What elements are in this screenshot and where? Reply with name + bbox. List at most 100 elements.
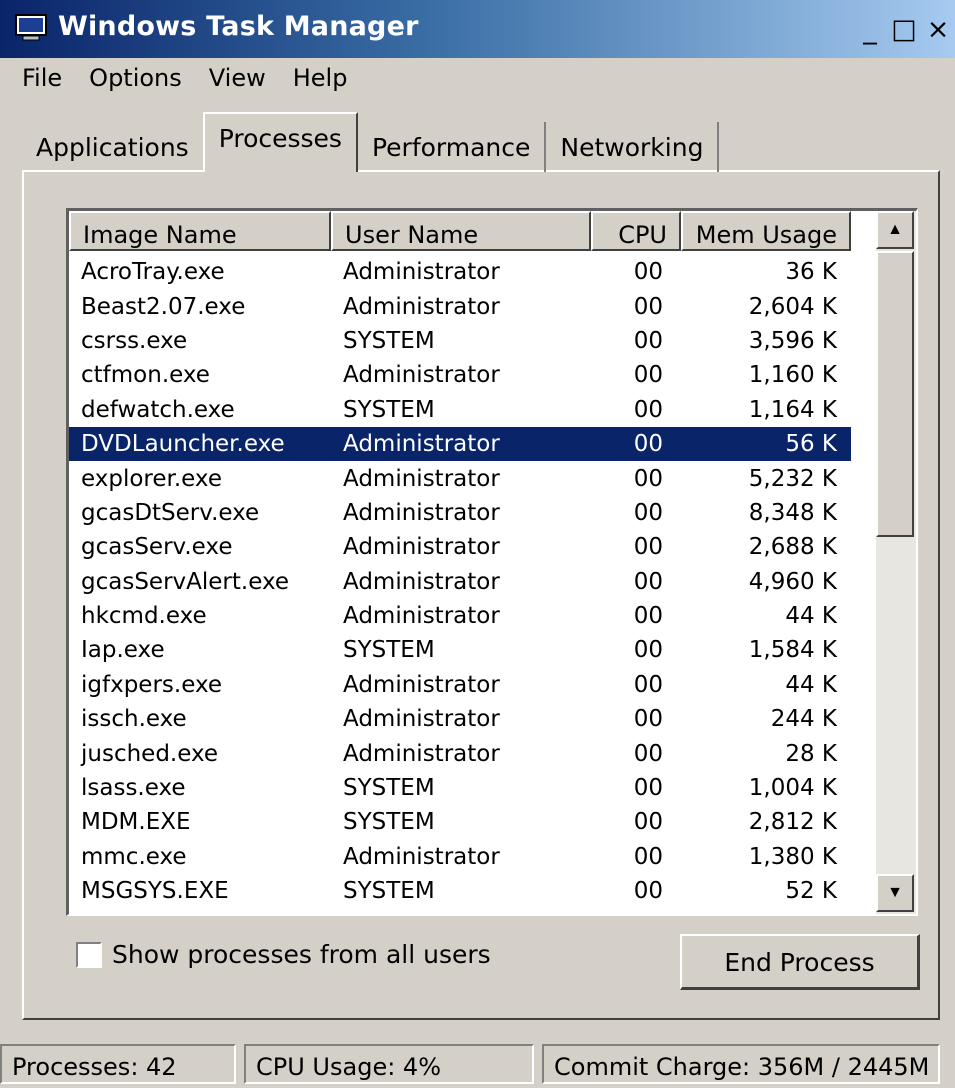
tab-applications[interactable]: Applications xyxy=(22,122,203,172)
process-row[interactable]: MDM.EXE SYSTEM 00 2,812 K xyxy=(69,805,877,839)
image-name-cell: MSGSYS.EXE xyxy=(81,878,229,905)
end-process-button[interactable]: End Process xyxy=(680,934,920,990)
image-name-cell: mmc.exe xyxy=(81,843,187,870)
scroll-up-button[interactable]: ▲ xyxy=(876,211,914,249)
mem-usage-cell: 3,596 K xyxy=(748,327,837,354)
user-name-cell: SYSTEM xyxy=(343,396,435,423)
scroll-thumb[interactable] xyxy=(876,251,914,537)
menu-help[interactable]: Help xyxy=(279,64,361,92)
cpu-cell: 00 xyxy=(633,568,663,595)
image-name-cell: explorer.exe xyxy=(81,465,222,492)
mem-usage-cell: 5,232 K xyxy=(748,465,837,492)
user-name-cell: SYSTEM xyxy=(343,327,435,354)
process-row[interactable]: Iap.exe SYSTEM 00 1,584 K xyxy=(69,633,877,667)
process-row[interactable]: jusched.exe Administrator 00 28 K xyxy=(69,736,877,770)
mem-usage-cell: 36 K xyxy=(785,259,837,286)
tab-performance[interactable]: Performance xyxy=(358,122,547,172)
cpu-cell: 00 xyxy=(633,396,663,423)
image-name-cell: csrss.exe xyxy=(81,327,188,354)
image-name-cell: ctfmon.exe xyxy=(81,362,210,389)
minimize-button[interactable]: _ xyxy=(853,14,887,48)
image-name-cell: AcroTray.exe xyxy=(81,259,225,286)
cpu-cell: 00 xyxy=(633,499,663,526)
mem-usage-cell: 2,688 K xyxy=(748,534,837,561)
process-row[interactable]: AcroTray.exe Administrator 00 36 K xyxy=(69,255,877,289)
menu-file[interactable]: File xyxy=(0,64,75,92)
mem-usage-cell: 1,584 K xyxy=(748,637,837,664)
mem-usage-cell: 1,004 K xyxy=(748,775,837,802)
mem-usage-cell: 56 K xyxy=(785,431,837,458)
tab-processes[interactable]: Processes xyxy=(202,112,358,172)
process-row[interactable]: defwatch.exe SYSTEM 00 1,164 K xyxy=(69,393,877,427)
process-row[interactable]: explorer.exe Administrator 00 5,232 K xyxy=(69,461,877,495)
menu-options[interactable]: Options xyxy=(75,64,195,92)
title-bar[interactable]: Windows Task Manager _ □ × xyxy=(0,0,955,58)
mem-usage-cell: 1,160 K xyxy=(748,362,837,389)
process-row[interactable]: MSGSYS.EXE SYSTEM 00 52 K xyxy=(69,874,877,908)
user-name-cell: Administrator xyxy=(343,431,500,458)
task-manager-icon xyxy=(15,14,47,41)
user-name-cell: Administrator xyxy=(343,671,500,698)
tab-networking[interactable]: Networking xyxy=(546,122,720,172)
image-name-cell: DVDLauncher.exe xyxy=(81,431,285,458)
user-name-cell: Administrator xyxy=(343,293,500,320)
user-name-cell: SYSTEM xyxy=(343,637,435,664)
show-all-users-label[interactable]: Show processes from all users xyxy=(112,940,491,969)
cpu-cell: 00 xyxy=(633,603,663,630)
mem-usage-cell: 1,380 K xyxy=(748,843,837,870)
image-name-cell: MDM.EXE xyxy=(81,809,191,836)
user-name-cell: SYSTEM xyxy=(343,809,435,836)
cpu-cell: 00 xyxy=(633,637,663,664)
cpu-cell: 00 xyxy=(633,293,663,320)
image-name-cell: defwatch.exe xyxy=(81,396,235,423)
image-name-cell: lsass.exe xyxy=(81,775,186,802)
status-processes: Processes: 42 xyxy=(0,1044,236,1084)
image-name-cell: jusched.exe xyxy=(81,740,219,767)
process-list[interactable]: Image Name User Name CPU Mem Usage AcroT… xyxy=(66,208,918,916)
column-image-name[interactable]: Image Name xyxy=(69,211,331,251)
user-name-cell: Administrator xyxy=(343,499,500,526)
column-cpu[interactable]: CPU xyxy=(591,211,681,251)
vertical-scrollbar[interactable]: ▲ ▼ xyxy=(876,211,916,914)
process-row[interactable]: gcasServAlert.exe Administrator 00 4,960 K xyxy=(69,565,877,599)
image-name-cell: gcasDtServ.exe xyxy=(81,499,260,526)
maximize-button[interactable]: □ xyxy=(887,14,921,48)
show-all-users-checkbox[interactable] xyxy=(76,942,102,968)
process-row[interactable]: DVDLauncher.exe Administrator 00 56 K xyxy=(69,426,877,462)
mem-usage-cell: 244 K xyxy=(770,706,837,733)
status-cpu-usage: CPU Usage: 4% xyxy=(244,1044,534,1084)
cpu-cell: 00 xyxy=(633,327,663,354)
mem-usage-cell: 28 K xyxy=(785,740,837,767)
tab-strip: Applications Processes Performance Netwo… xyxy=(22,112,720,172)
process-list-header: Image Name User Name CPU Mem Usage xyxy=(69,211,877,253)
user-name-cell: SYSTEM xyxy=(343,775,435,802)
user-name-cell: SYSTEM xyxy=(343,878,435,905)
mem-usage-cell: 52 K xyxy=(785,878,837,905)
process-row[interactable]: igfxpers.exe Administrator 00 44 K xyxy=(69,668,877,702)
user-name-cell: Administrator xyxy=(343,362,500,389)
scroll-down-button[interactable]: ▼ xyxy=(876,874,914,912)
process-row[interactable]: gcasDtServ.exe Administrator 00 8,348 K xyxy=(69,496,877,530)
user-name-cell: Administrator xyxy=(343,534,500,561)
process-row[interactable]: Beast2.07.exe Administrator 00 2,604 K xyxy=(69,289,877,323)
close-button[interactable]: × xyxy=(921,14,955,48)
process-row[interactable]: gcasServ.exe Administrator 00 2,688 K xyxy=(69,530,877,564)
user-name-cell: Administrator xyxy=(343,259,500,286)
mem-usage-cell: 2,604 K xyxy=(748,293,837,320)
cpu-cell: 00 xyxy=(633,259,663,286)
mem-usage-cell: 1,164 K xyxy=(748,396,837,423)
menu-bar: File Options View Help xyxy=(0,58,955,98)
column-mem-usage[interactable]: Mem Usage xyxy=(681,211,851,251)
menu-view[interactable]: View xyxy=(195,64,279,92)
process-row[interactable]: ctfmon.exe Administrator 00 1,160 K xyxy=(69,358,877,392)
process-row[interactable]: hkcmd.exe Administrator 00 44 K xyxy=(69,599,877,633)
process-row[interactable]: lsass.exe SYSTEM 00 1,004 K xyxy=(69,771,877,805)
process-row[interactable]: issch.exe Administrator 00 244 K xyxy=(69,702,877,736)
cpu-cell: 00 xyxy=(633,775,663,802)
cpu-cell: 00 xyxy=(633,809,663,836)
column-user-name[interactable]: User Name xyxy=(331,211,591,251)
process-row[interactable]: csrss.exe SYSTEM 00 3,596 K xyxy=(69,324,877,358)
status-commit-charge: Commit Charge: 356M / 2445M xyxy=(542,1044,940,1084)
cpu-cell: 00 xyxy=(633,362,663,389)
process-row[interactable]: mmc.exe Administrator 00 1,380 K xyxy=(69,840,877,874)
